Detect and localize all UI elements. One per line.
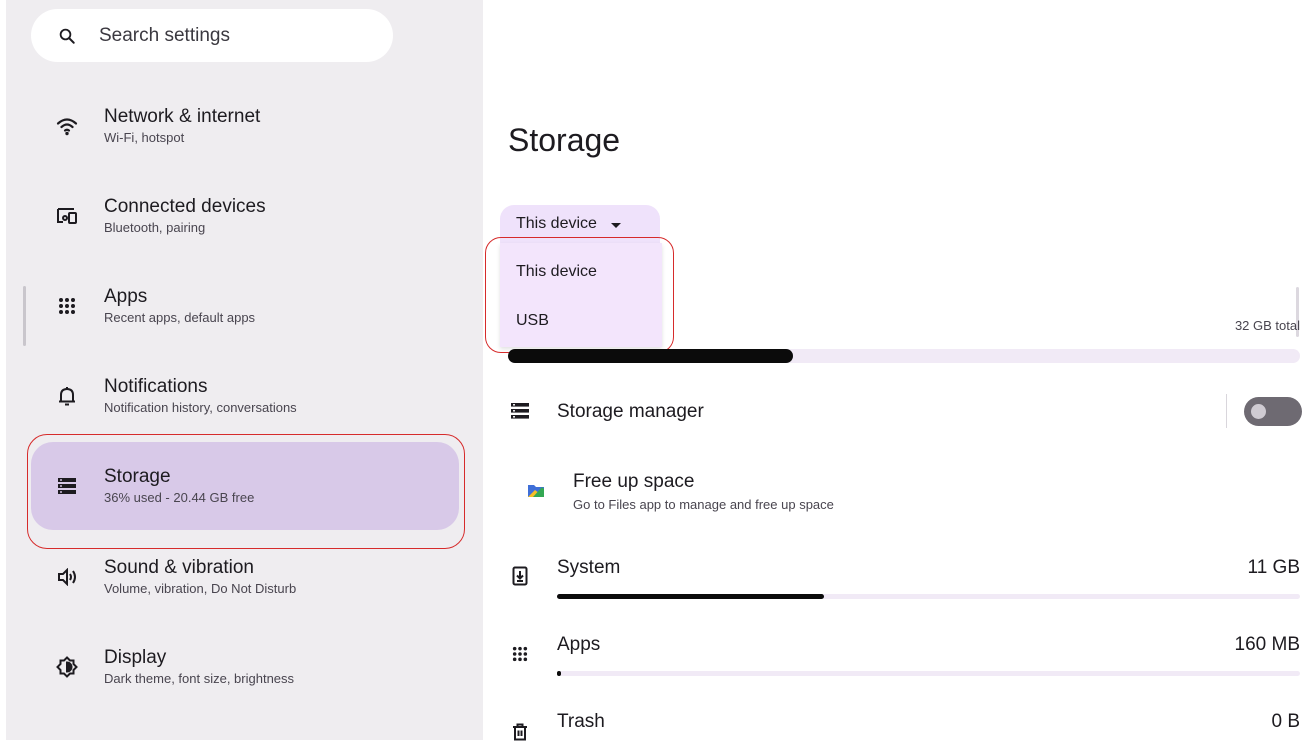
system-usage-fill bbox=[557, 594, 825, 599]
storage-usage-fill bbox=[508, 349, 794, 363]
category-label-apps[interactable]: Apps bbox=[557, 634, 600, 656]
search-bar[interactable]: Search settings bbox=[31, 9, 393, 62]
menu-item-this-device[interactable]: This device bbox=[516, 263, 597, 281]
free-up-space-subtitle: Go to Files app to manage and free up sp… bbox=[573, 497, 834, 512]
toggle-knob bbox=[1251, 404, 1266, 419]
settings-sidebar: Search settings Network & internet Wi-Fi… bbox=[6, 0, 483, 740]
chevron-down-icon bbox=[610, 223, 621, 228]
sidebar-item-subtitle: Notification history, conversations bbox=[104, 400, 297, 415]
sidebar-item-title: Storage bbox=[104, 466, 171, 487]
search-placeholder: Search settings bbox=[99, 24, 230, 46]
sidebar-item-subtitle: Recent apps, default apps bbox=[104, 310, 256, 325]
sidebar-item-title: Sound & vibration bbox=[104, 557, 254, 578]
free-up-space-title[interactable]: Free up space bbox=[573, 471, 694, 493]
page-title: Storage bbox=[508, 122, 621, 158]
category-value-system: 11 GB bbox=[1247, 557, 1300, 578]
storage-usage-bar bbox=[508, 349, 1300, 363]
sidebar-item-display[interactable]: Display Dark theme, font size, brightnes… bbox=[31, 623, 459, 711]
sidebar-item-title: Display bbox=[104, 647, 167, 668]
devices-icon bbox=[55, 204, 79, 228]
sidebar-item-sound[interactable]: Sound & vibration Volume, vibration, Do … bbox=[31, 533, 459, 621]
sidebar-item-notifications[interactable]: Notifications Notification history, conv… bbox=[31, 352, 459, 440]
system-usage-bar bbox=[557, 594, 1300, 599]
toggle-divider bbox=[1226, 394, 1227, 428]
apps-usage-fill bbox=[557, 671, 561, 676]
sidebar-item-network[interactable]: Network & internet Wi-Fi, hotspot bbox=[31, 82, 459, 170]
sidebar-item-title: Network & internet bbox=[104, 106, 261, 127]
apps-grid-icon bbox=[55, 294, 79, 318]
volume-icon bbox=[55, 565, 79, 589]
files-app-icon[interactable] bbox=[524, 478, 548, 502]
sidebar-item-apps[interactable]: Apps Recent apps, default apps bbox=[31, 262, 459, 350]
sidebar-item-title: Notifications bbox=[104, 376, 208, 397]
display-icon bbox=[55, 655, 79, 679]
sidebar-item-connected-devices[interactable]: Connected devices Bluetooth, pairing bbox=[31, 172, 459, 260]
sidebar-scrollbar[interactable] bbox=[23, 286, 26, 346]
volume-dropdown[interactable]: This device bbox=[500, 205, 660, 243]
bell-icon bbox=[55, 384, 79, 408]
category-label-trash[interactable]: Trash bbox=[557, 711, 605, 733]
volume-dropdown-value: This device bbox=[516, 215, 597, 232]
search-icon bbox=[57, 26, 77, 46]
sidebar-item-subtitle: Bluetooth, pairing bbox=[104, 220, 206, 235]
volume-dropdown-menu: This device USB bbox=[500, 243, 662, 347]
system-update-icon bbox=[508, 564, 532, 588]
sidebar-item-subtitle: Volume, vibration, Do Not Disturb bbox=[104, 581, 297, 596]
category-value-trash: 0 B bbox=[1271, 711, 1300, 732]
trash-icon bbox=[508, 720, 532, 744]
storage-icon bbox=[55, 474, 79, 498]
sidebar-item-storage[interactable]: Storage 36% used - 20.44 GB free bbox=[31, 442, 459, 530]
menu-item-usb[interactable]: USB bbox=[516, 312, 549, 330]
apps-grid-icon bbox=[508, 642, 532, 666]
storage-manager-icon bbox=[508, 399, 532, 423]
wifi-icon bbox=[55, 114, 79, 138]
sidebar-item-title: Connected devices bbox=[104, 196, 266, 217]
total-storage-label: 32 GB total bbox=[1234, 318, 1300, 333]
sidebar-item-subtitle: Wi-Fi, hotspot bbox=[104, 130, 185, 145]
category-value-apps: 160 MB bbox=[1234, 634, 1300, 655]
apps-usage-bar bbox=[557, 671, 1300, 676]
sidebar-item-subtitle: 36% used - 20.44 GB free bbox=[104, 490, 255, 505]
storage-manager-label: Storage manager bbox=[557, 401, 704, 422]
category-label-system[interactable]: System bbox=[557, 557, 620, 579]
sidebar-item-subtitle: Dark theme, font size, brightness bbox=[104, 671, 295, 686]
sidebar-item-title: Apps bbox=[104, 286, 148, 307]
storage-manager-toggle[interactable] bbox=[1244, 397, 1302, 426]
